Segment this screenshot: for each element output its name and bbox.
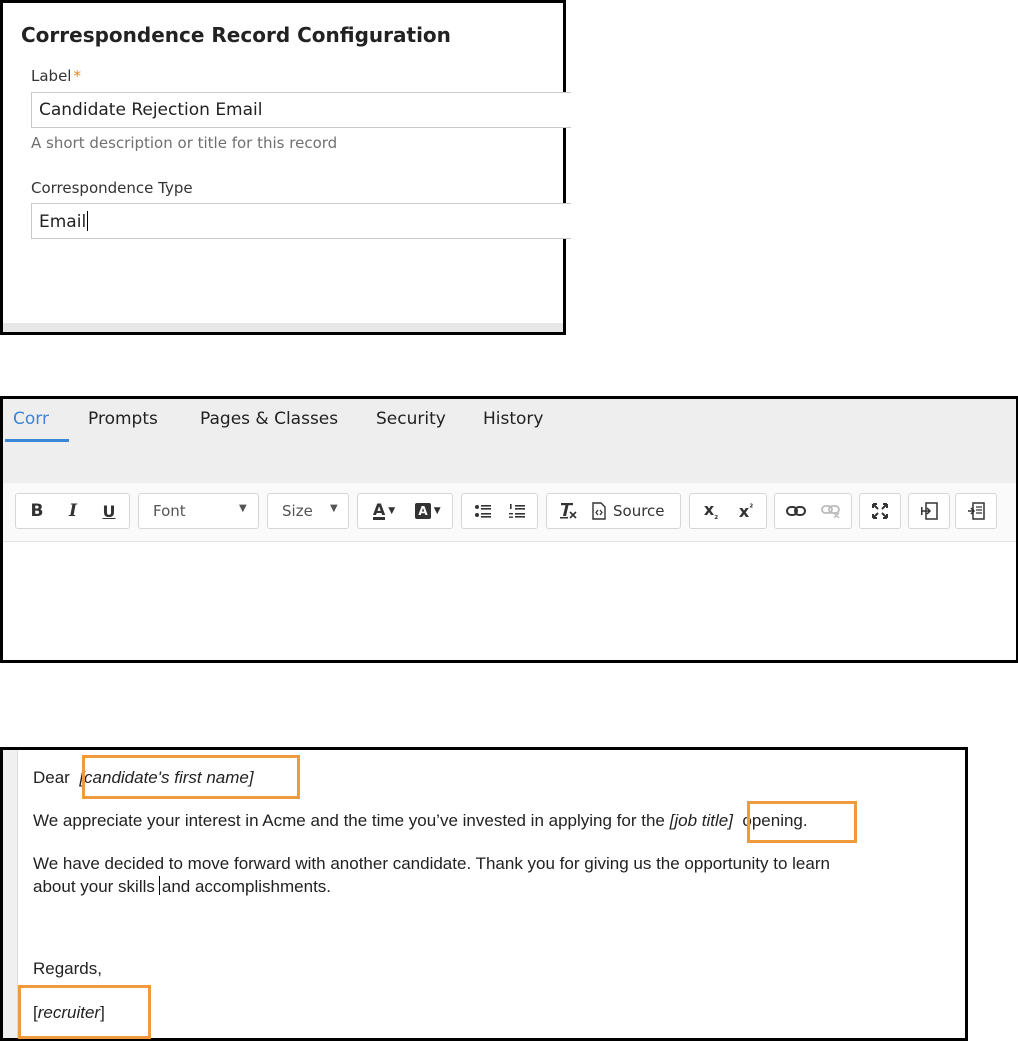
bulleted-list-icon [475,505,491,518]
size-dropdown-arrow-icon: ▼ [330,503,338,514]
subscript-button[interactable]: x₂ [696,494,726,528]
link-button[interactable] [781,494,811,528]
unlink-button[interactable] [816,494,846,528]
lists-group [461,493,538,529]
basic-styles-group: B I U [15,493,130,529]
script-group: x₂ x² [689,493,767,529]
highlight-box-job-title [747,801,857,843]
colors-group: A ▼ A ▼ [357,493,453,529]
interest-line: We appreciate your interest in Acme and … [33,811,808,830]
text-caret [87,211,89,231]
links-group [774,493,852,529]
panel-title: Correspondence Record Configuration [21,23,451,47]
format-source-group: Source [546,493,681,529]
label-help-text: A short description or title for this re… [31,134,338,152]
highlight-box-first-name [82,755,300,799]
size-dropdown[interactable]: Size ▼ [267,493,349,529]
link-icon [786,506,806,516]
editor-panel: Corr Prompts Pages & Classes Security Hi… [0,396,1018,663]
source-icon [592,502,606,520]
insert-section-group [955,493,997,529]
tab-corr[interactable]: Corr [13,409,49,429]
rich-text-toolbar: B I U Font ▼ Size ▼ A ▼ A ▼ Source x₂ x² [3,483,1016,542]
numbered-list-button[interactable] [502,494,532,528]
placeholder-job-title[interactable]: [job title] [670,811,733,830]
maximize-icon [872,503,888,519]
correspondence-config-panel: Correspondence Record Configuration Labe… [0,0,571,335]
bg-color-arrow-icon: ▼ [433,506,441,516]
tab-bar: Corr Prompts Pages & Classes Security Hi… [3,399,1016,483]
regards-line: Regards, [33,959,102,978]
source-button[interactable]: Source [591,494,677,528]
editor-gutter [3,750,18,1038]
maximize-button[interactable] [865,494,895,528]
remove-format-button[interactable] [553,494,583,528]
tab-history[interactable]: History [483,409,543,429]
subscript-icon: x₂ [703,499,719,523]
background-color-button[interactable]: A ▼ [408,494,448,528]
underline-button[interactable]: U [94,494,124,528]
email-body-panel[interactable]: Dear [candidate's first name] We appreci… [0,747,968,1041]
active-tab-indicator [5,439,69,442]
superscript-icon: x² [738,501,754,521]
font-dropdown-arrow-icon: ▼ [239,503,247,514]
insert-section-button[interactable] [961,494,991,528]
tab-pages-classes[interactable]: Pages & Classes [200,409,338,429]
editor-content-area[interactable] [3,542,1016,660]
unlink-icon [821,505,840,518]
label-field-label: Label * [31,67,81,85]
highlight-box-recruiter [18,985,151,1039]
remove-format-icon [560,503,577,519]
bold-button[interactable]: B [22,494,52,528]
correspondence-type-input[interactable]: Email [31,203,571,239]
text-color-button[interactable]: A ▼ [364,494,404,528]
insert-field-icon [921,502,938,520]
tab-security[interactable]: Security [376,409,446,429]
tab-prompts[interactable]: Prompts [88,409,158,429]
label-input[interactable]: Candidate Rejection Email [31,92,571,128]
text-cursor [158,876,160,895]
numbered-list-icon [509,504,525,518]
font-dropdown[interactable]: Font ▼ [138,493,259,529]
superscript-button[interactable]: x² [731,494,761,528]
text-color-arrow-icon: ▼ [388,506,396,516]
insert-section-icon [968,502,985,520]
correspondence-type-label: Correspondence Type [31,179,193,197]
panel-bottom-band [3,323,563,332]
bulleted-list-button[interactable] [468,494,498,528]
decision-line-2: about your skills and accomplishments. [33,876,332,896]
decision-line-1: We have decided to move forward with ano… [33,854,830,873]
italic-button[interactable]: I [58,494,88,528]
maximize-group [859,493,901,529]
insert-field-group [908,493,950,529]
insert-field-button[interactable] [914,494,944,528]
required-mark: * [73,67,81,85]
